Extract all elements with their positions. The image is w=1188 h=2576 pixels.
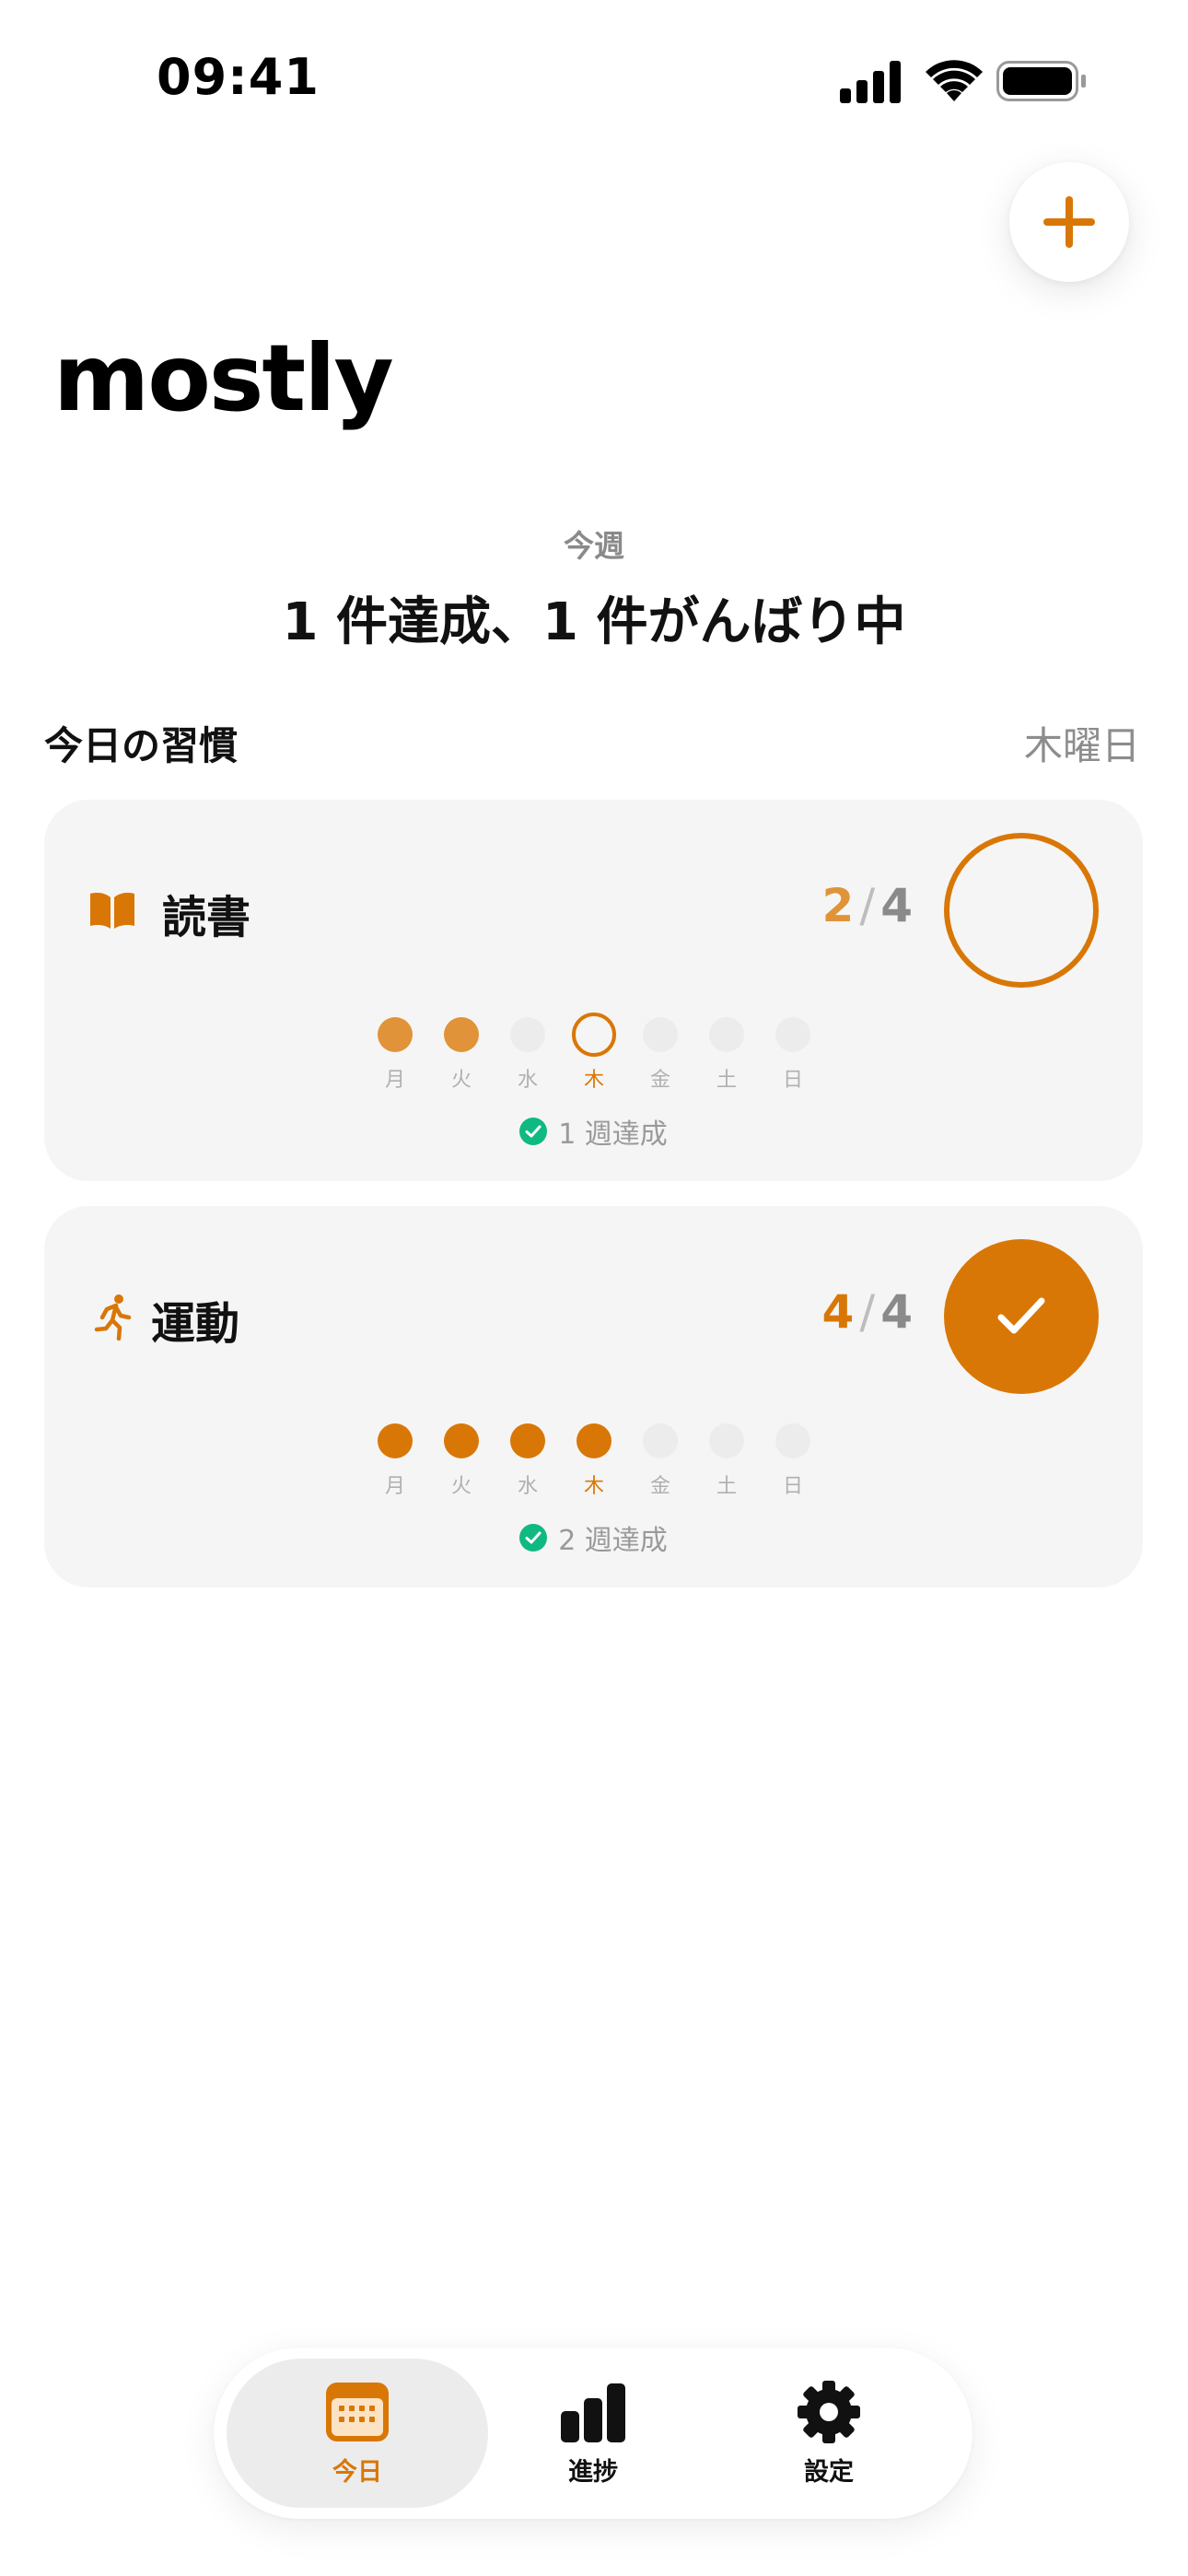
streak-text: 1 週達成	[558, 1118, 668, 1151]
book-icon	[90, 893, 134, 929]
status-icons	[840, 60, 1086, 103]
screen: 09:41 mostly 今週 1 件達成、1 件がんばり中 今日の習慣 木曜日	[0, 0, 1188, 2576]
streak-text: 2 週達成	[558, 1525, 668, 1557]
week-label: 今週	[564, 528, 624, 564]
day-dot	[378, 1017, 413, 1052]
habit-progress-slash: /	[859, 879, 876, 932]
bar-chart-icon	[561, 2383, 625, 2442]
day-dot	[643, 1017, 678, 1052]
running-icon	[94, 1294, 132, 1341]
calendar-icon	[326, 2382, 389, 2441]
tab-label: 進捗	[568, 2457, 618, 2487]
battery-icon	[996, 61, 1086, 101]
day-label: 水	[517, 1069, 538, 1092]
wifi-icon	[926, 60, 983, 101]
day-label: 日	[782, 1475, 803, 1498]
habit-name: 読書	[162, 892, 251, 943]
day-dot	[709, 1423, 744, 1458]
habit-progress: 4 / 4	[822, 1285, 913, 1339]
status-time: 09:41	[157, 48, 320, 106]
tab-label: 設定	[804, 2457, 854, 2487]
section-title: 今日の習慣	[44, 723, 239, 768]
check-in-button[interactable]	[944, 1239, 1099, 1394]
tab-label: 今日	[332, 2457, 382, 2487]
habit-total-count: 4	[880, 879, 913, 932]
day-label: 月	[384, 1069, 405, 1092]
day-label: 金	[649, 1475, 670, 1498]
check-circle-icon	[519, 1524, 548, 1551]
habit-name: 運動	[151, 1298, 240, 1350]
streak-info: 1 週達成	[44, 1111, 1143, 1152]
tab-today[interactable]: 今日	[227, 2359, 488, 2508]
tab-settings[interactable]: 設定	[698, 2359, 960, 2508]
section-weekday: 木曜日	[1023, 723, 1140, 768]
habit-card[interactable]: 読書 2 / 4 月 火 水 木 金 土 日 1 週達成	[44, 800, 1143, 1181]
day-label: 日	[782, 1069, 803, 1092]
habit-progress-slash: /	[859, 1285, 876, 1339]
habit-card[interactable]: 運動 4 / 4 月 火 水 木 金 土 日 2 週達成	[44, 1206, 1143, 1587]
day-label-today: 木	[583, 1475, 604, 1498]
day-label-today: 木	[583, 1069, 604, 1092]
day-label: 金	[649, 1069, 670, 1092]
tab-progress[interactable]: 進捗	[462, 2359, 724, 2508]
checkmark-icon	[997, 1297, 1045, 1334]
day-dot	[444, 1423, 479, 1458]
habit-done-count: 2	[821, 879, 855, 932]
day-dot	[775, 1017, 810, 1052]
add-habit-button[interactable]	[1009, 162, 1129, 282]
day-dot	[709, 1017, 744, 1052]
tab-bar: 今日 進捗 設定	[214, 2348, 973, 2519]
plus-icon	[1043, 196, 1095, 248]
day-label: 火	[450, 1475, 472, 1498]
day-dot	[643, 1423, 678, 1458]
habit-progress: 2 / 4	[822, 879, 913, 932]
week-summary: 1 件達成、1 件がんばり中	[282, 592, 906, 652]
gear-icon	[798, 2380, 860, 2443]
cellular-signal-icon	[840, 61, 901, 103]
check-circle-icon	[519, 1118, 548, 1145]
habit-done-count: 4	[821, 1285, 855, 1339]
day-label: 月	[384, 1475, 405, 1498]
day-dot	[510, 1017, 545, 1052]
habit-total-count: 4	[880, 1285, 913, 1339]
day-dot-today	[572, 1013, 616, 1057]
day-label: 土	[716, 1475, 737, 1498]
day-dot	[510, 1423, 545, 1458]
day-dot	[378, 1423, 413, 1458]
check-in-button[interactable]	[944, 833, 1099, 988]
day-label: 水	[517, 1475, 538, 1498]
day-label: 火	[450, 1069, 472, 1092]
day-dot	[444, 1017, 479, 1052]
app-title: mostly	[53, 324, 394, 432]
streak-info: 2 週達成	[44, 1517, 1143, 1558]
day-dot-today	[577, 1423, 611, 1458]
day-dot	[775, 1423, 810, 1458]
day-label: 土	[716, 1069, 737, 1092]
